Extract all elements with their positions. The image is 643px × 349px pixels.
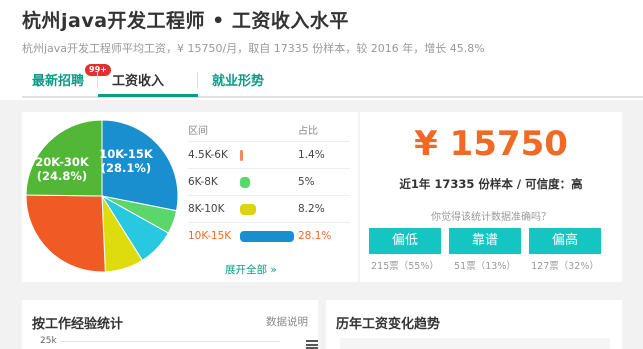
title-row: 杭州java开发工程师 • 工资收入水平: [22, 4, 349, 34]
expand-all-link[interactable]: 展开全部 »: [225, 262, 277, 277]
sample-info: 近1年 17335 份样本 / 可信度：高: [399, 177, 583, 191]
salary-summary-card: ¥ 15750 近1年 17335 份样本 / 可信度：高 你觉得该统计数据准确…: [360, 112, 622, 282]
column-header-ratio: 占比: [298, 126, 318, 137]
experience-heading: 按工作经验统计: [32, 317, 124, 332]
ratio-value: 8.2%: [298, 203, 325, 215]
distribution-row: 8K-10K 8.2%: [188, 195, 350, 221]
active-tab-underline: [98, 94, 198, 97]
pie-label-green-1: 20K-30K: [35, 155, 90, 169]
range-label: 8K-10K: [188, 203, 225, 215]
pie-label-blue-1: 10K-15K: [99, 147, 154, 161]
salary-pie-chart: 10K-15K (28.1%) 20K-30K (24.8%): [25, 119, 179, 273]
page-subtitle: 杭州java开发工程师平均工资，¥ 15750/月，取自 17335 份样本，较…: [22, 42, 485, 55]
tab-salary[interactable]: 工资收入: [112, 70, 164, 89]
range-label: 6K-8K: [188, 176, 218, 188]
tab-divider: [97, 72, 98, 88]
page-title: 杭州java开发工程师 • 工资收入水平: [22, 9, 349, 32]
distribution-row-highlighted: 10K-15K 28.1%: [188, 222, 350, 248]
distribution-row: 6K-8K 5%: [188, 168, 350, 194]
vote-too-low-count: 215票（55%）: [371, 261, 439, 272]
y-axis-tick: 25k: [40, 336, 57, 346]
vote-too-high-count: 127票（32%）: [531, 261, 599, 272]
pie-slice: [25, 194, 106, 273]
vote-too-high-button[interactable]: 偏高: [529, 228, 601, 254]
vote-too-low-button[interactable]: 偏低: [369, 228, 441, 254]
range-label: 4.5K-6K: [188, 149, 228, 161]
tab-employment[interactable]: 就业形势: [212, 70, 264, 89]
salary-distribution-card: 10K-15K (28.1%) 20K-30K (24.8%) 区间 占比 4.…: [22, 112, 358, 282]
range-label: 10K-15K: [188, 230, 232, 242]
menu-icon[interactable]: [306, 340, 318, 349]
ratio-value: 28.1%: [298, 230, 332, 242]
vote-accurate-count: 51票（13%）: [454, 261, 516, 272]
gridline: [60, 341, 280, 342]
ratio-bar: [240, 231, 294, 242]
average-salary: ¥ 15750: [414, 124, 568, 164]
pie-label-blue-2: (28.1%): [101, 161, 151, 175]
column-header-range: 区间: [188, 126, 208, 137]
accuracy-question: 你觉得该统计数据准确吗？: [431, 212, 551, 223]
ratio-bar: [240, 150, 243, 161]
trend-heading: 历年工资变化趋势: [336, 317, 441, 332]
tab-latest-jobs[interactable]: 最新招聘: [32, 70, 84, 89]
vote-accurate-button[interactable]: 靠谱: [449, 228, 521, 254]
ratio-bar: [240, 204, 256, 215]
experience-card: 按工作经验统计 数据说明 25k: [22, 300, 318, 349]
pie-label-green-2: (24.8%): [37, 169, 87, 183]
tab-divider: [197, 72, 198, 88]
trend-card: 历年工资变化趋势: [326, 300, 622, 349]
data-explanation-link[interactable]: 数据说明: [266, 314, 308, 329]
tab-bar: 最新招聘 99+ 工资收入 就业形势: [22, 62, 643, 98]
ratio-value: 1.4%: [298, 149, 325, 161]
ratio-value: 5%: [298, 176, 315, 188]
trend-chart-area: [340, 338, 610, 349]
ratio-bar: [240, 177, 250, 188]
distribution-row: 4.5K-6K 1.4%: [188, 141, 350, 167]
